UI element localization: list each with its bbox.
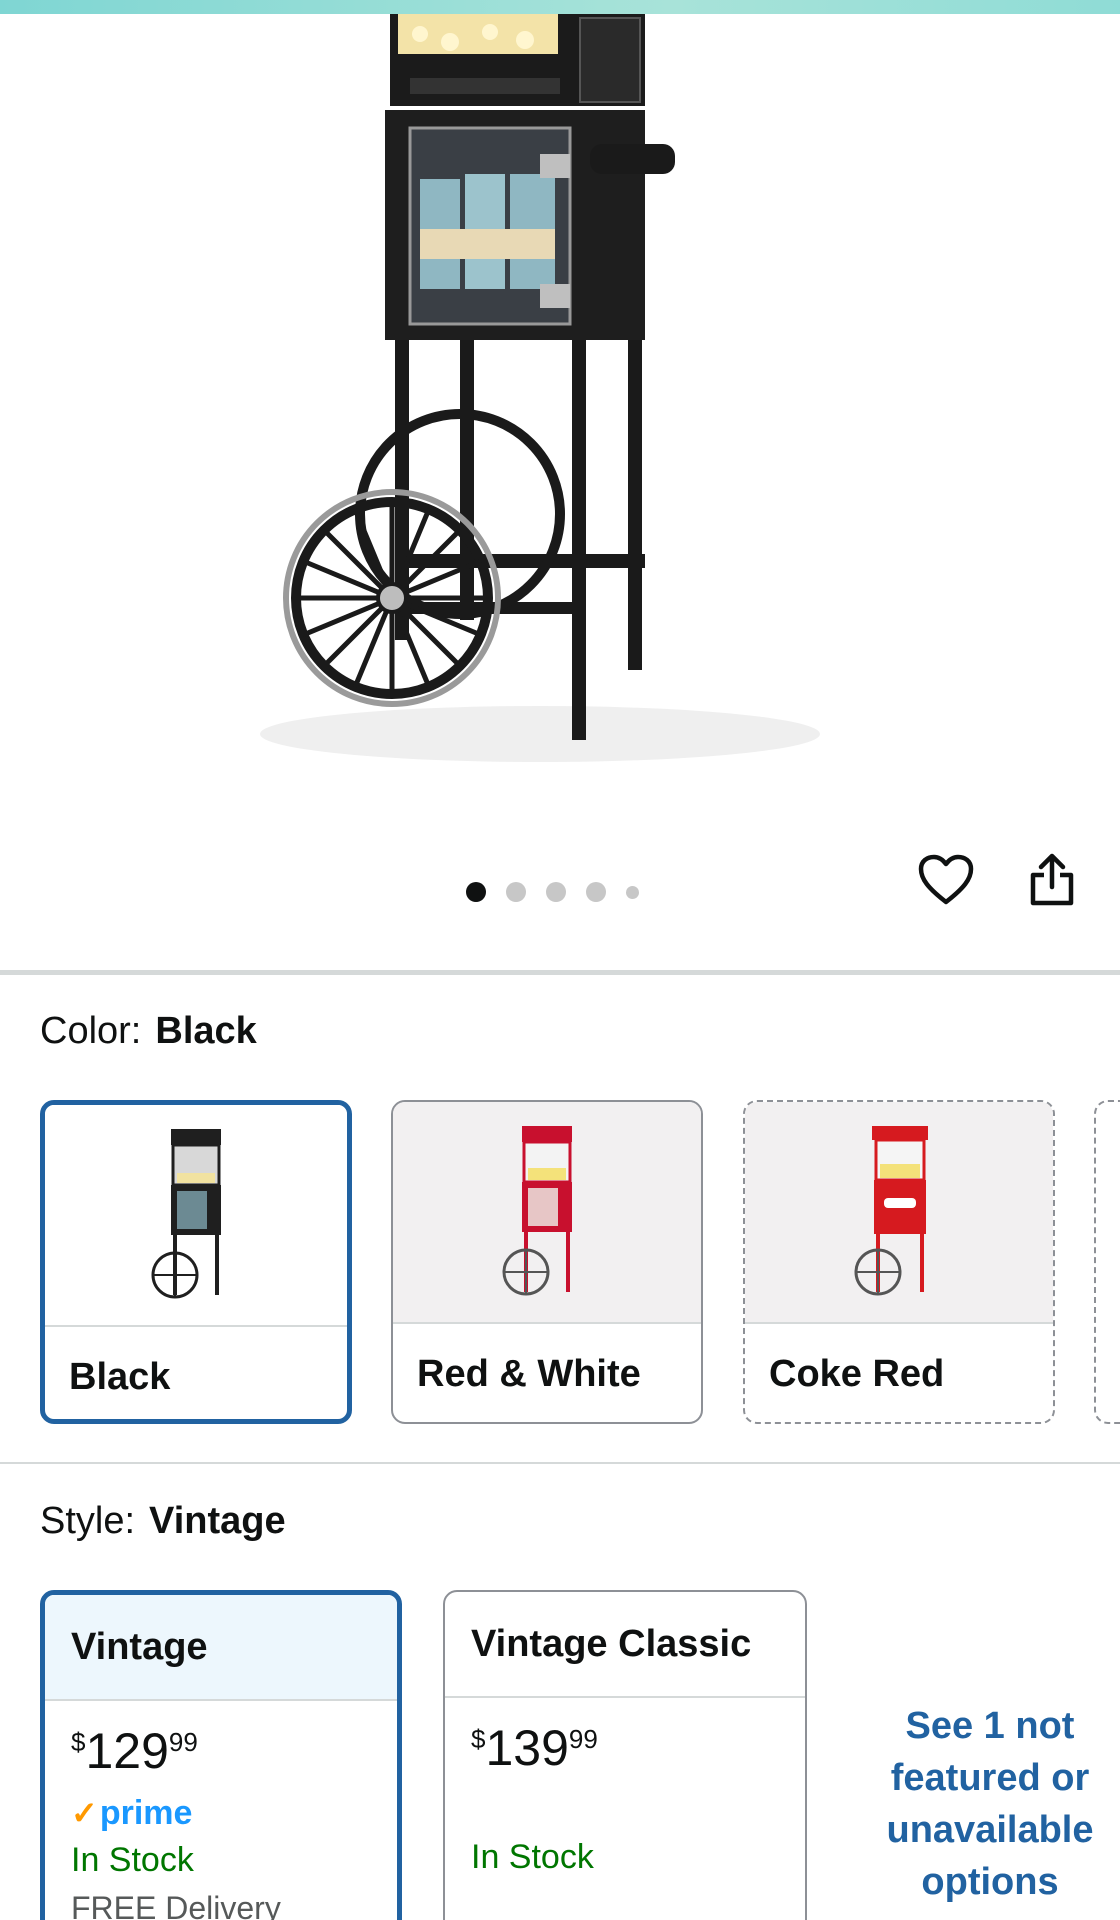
top-status-strip — [0, 0, 1120, 14]
color-label: Color: — [40, 1010, 142, 1052]
section-divider — [0, 1462, 1120, 1464]
price-whole: 129 — [85, 1723, 169, 1779]
price: $129 99 — [71, 1723, 371, 1779]
color-label-row: Color: Black — [40, 1010, 257, 1053]
share-button[interactable] — [1024, 852, 1080, 908]
wishlist-button[interactable] — [918, 852, 974, 908]
image-pagination-dots — [466, 882, 639, 902]
stock-status: In Stock — [71, 1841, 194, 1879]
style-option-label: Vintage Classic — [445, 1592, 805, 1698]
color-option-more[interactable] — [1094, 1100, 1120, 1424]
color-thumbnail — [393, 1102, 701, 1324]
style-selected-value: Vintage — [149, 1500, 286, 1542]
prime-badge: ✓ prime — [71, 1789, 371, 1837]
color-option-red-white[interactable]: Red & White — [391, 1100, 703, 1424]
image-dot[interactable] — [626, 885, 639, 899]
color-option-coke-red[interactable]: Coke Red — [743, 1100, 1055, 1424]
heart-icon — [918, 854, 974, 905]
see-unavailable-options-link[interactable]: See 1 not featured or unavailable option… — [860, 1700, 1120, 1908]
color-thumbnail — [45, 1105, 347, 1327]
delivery-text: FREE Delivery — [71, 1890, 281, 1920]
image-dot[interactable] — [546, 882, 566, 902]
cart-thumbnail-coke-red — [854, 1126, 928, 1296]
style-label: Style: — [40, 1500, 136, 1542]
price: $139 99 — [471, 1720, 779, 1776]
image-dot[interactable] — [506, 882, 526, 902]
cart-thumbnail-black — [151, 1129, 221, 1299]
color-option-label: Black — [69, 1355, 171, 1398]
share-icon — [1030, 853, 1074, 906]
price-whole: 139 — [485, 1720, 569, 1776]
price-fraction: 99 — [168, 1727, 198, 1757]
price-currency: $ — [71, 1727, 86, 1757]
product-image-carousel[interactable] — [0, 14, 1120, 964]
prime-check-icon: ✓ — [71, 1795, 98, 1831]
image-dot[interactable] — [586, 882, 606, 902]
prime-label: prime — [99, 1793, 193, 1832]
price-fraction: 99 — [568, 1724, 598, 1754]
product-image — [260, 14, 820, 762]
price-currency: $ — [471, 1724, 486, 1754]
color-option-label: Coke Red — [769, 1352, 945, 1395]
style-option-label: Vintage — [45, 1595, 397, 1701]
cart-thumbnail-red-white — [502, 1126, 572, 1296]
image-dot[interactable] — [466, 882, 486, 902]
style-option-vintage-classic[interactable]: Vintage Classic $139 99 In Stock — [443, 1590, 807, 1920]
color-thumbnail — [745, 1102, 1053, 1324]
color-option-black[interactable]: Black — [40, 1100, 352, 1424]
style-label-row: Style: Vintage — [40, 1500, 286, 1543]
section-divider — [0, 970, 1120, 975]
style-option-vintage[interactable]: Vintage $129 99 ✓ prime In Stock FREE Deli… — [40, 1590, 402, 1920]
color-selected-value: Black — [155, 1010, 257, 1052]
color-option-label: Red & White — [417, 1352, 641, 1395]
prime-spacer — [471, 1776, 779, 1834]
stock-status: In Stock — [471, 1838, 594, 1876]
